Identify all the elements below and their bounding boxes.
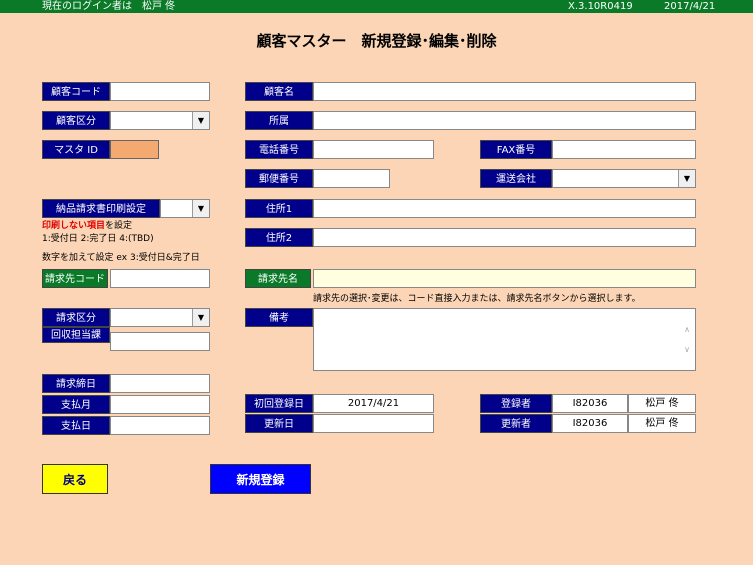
registrant-id: I82036 (552, 394, 628, 413)
chevron-down-icon[interactable]: ▼ (192, 200, 209, 217)
header-date: 2017/4/21 (664, 1, 716, 12)
updated-date-value (313, 414, 434, 433)
affiliation-label: 所属 (245, 111, 313, 130)
updater-label: 更新者 (480, 414, 552, 433)
billing-code-button[interactable]: 請求先コード (42, 269, 108, 288)
master-id-field (110, 140, 159, 159)
scroll-up-icon[interactable]: ∧ (679, 325, 695, 334)
phone-input[interactable] (313, 140, 434, 159)
login-user-text: 現在のログイン者は 松戸 佟 (42, 1, 176, 12)
customer-name-label: 顧客名 (245, 82, 313, 101)
customer-class-select[interactable]: ▼ (110, 111, 210, 130)
carrier-label: 運送会社 (480, 169, 552, 188)
billing-class-label: 請求区分 (42, 308, 110, 327)
customer-code-input[interactable] (110, 82, 210, 101)
billing-hint: 請求先の選択･変更は、コード直接入力または、請求先名ボタンから選択します。 (313, 294, 641, 304)
page-title: 顧客マスター 新規登録･編集･削除 (256, 32, 497, 50)
updater-id: I82036 (552, 414, 628, 433)
updated-date-label: 更新日 (245, 414, 313, 433)
no-print-suffix: を設定 (105, 221, 133, 231)
customer-name-input[interactable] (313, 82, 696, 101)
remarks-textarea[interactable]: ∧ ∨ (313, 308, 696, 371)
code-legend: 1:受付日 2:完了日 4:(TBD) (42, 234, 154, 244)
fax-input[interactable] (552, 140, 696, 159)
billing-class-select[interactable]: ▼ (110, 308, 210, 327)
payment-day-label: 支払日 (42, 416, 110, 435)
closing-day-input[interactable] (110, 374, 210, 393)
first-reg-date-label: 初回登録日 (245, 394, 313, 413)
address1-input[interactable] (313, 199, 696, 218)
remarks-label: 備考 (245, 308, 313, 327)
invoice-print-select[interactable]: ▼ (160, 199, 210, 218)
billing-name-input[interactable] (313, 269, 696, 288)
no-print-note: 印刷しない項目を設定 (42, 218, 132, 231)
carrier-select[interactable]: ▼ (552, 169, 696, 188)
payment-month-input[interactable] (110, 395, 210, 414)
first-reg-date-value: 2017/4/21 (313, 394, 434, 413)
registrant-label: 登録者 (480, 394, 552, 413)
phone-label: 電話番号 (245, 140, 313, 159)
registrant-name: 松戸 佟 (628, 394, 696, 413)
updater-name: 松戸 佟 (628, 414, 696, 433)
back-button[interactable]: 戻る (42, 464, 108, 494)
payment-day-input[interactable] (110, 416, 210, 435)
address1-label: 住所1 (245, 199, 313, 218)
chevron-down-icon[interactable]: ▼ (192, 309, 209, 326)
version-text: X.3.10R0419 (568, 1, 633, 12)
master-id-label: マスタ ID (42, 140, 110, 159)
payment-month-label: 支払月 (42, 395, 110, 414)
collection-dept-label: 回収担当課 (42, 327, 110, 343)
postal-label: 郵便番号 (245, 169, 313, 188)
scroll-down-icon[interactable]: ∨ (679, 345, 695, 354)
top-status-bar: 現在のログイン者は 松戸 佟 X.3.10R0419 2017/4/21 (0, 0, 753, 13)
chevron-down-icon[interactable]: ▼ (192, 112, 209, 129)
address2-label: 住所2 (245, 228, 313, 247)
postal-input[interactable] (313, 169, 390, 188)
new-register-button[interactable]: 新規登録 (210, 464, 311, 494)
customer-code-label: 顧客コード (42, 82, 110, 101)
closing-day-label: 請求締日 (42, 374, 110, 393)
affiliation-input[interactable] (313, 111, 696, 130)
collection-dept-input[interactable] (110, 332, 210, 351)
sum-legend: 数字を加えて設定 ex 3:受付日&完了日 (42, 253, 200, 263)
remarks-scrollbar[interactable]: ∧ ∨ (679, 309, 695, 370)
billing-name-button[interactable]: 請求先名 (245, 269, 311, 288)
fax-label: FAX番号 (480, 140, 552, 159)
billing-code-input[interactable] (110, 269, 210, 288)
chevron-down-icon[interactable]: ▼ (678, 170, 695, 187)
address2-input[interactable] (313, 228, 696, 247)
customer-class-label: 顧客区分 (42, 111, 110, 130)
no-print-highlight: 印刷しない項目 (42, 221, 106, 231)
invoice-print-label: 納品請求書印刷設定 (42, 199, 160, 218)
